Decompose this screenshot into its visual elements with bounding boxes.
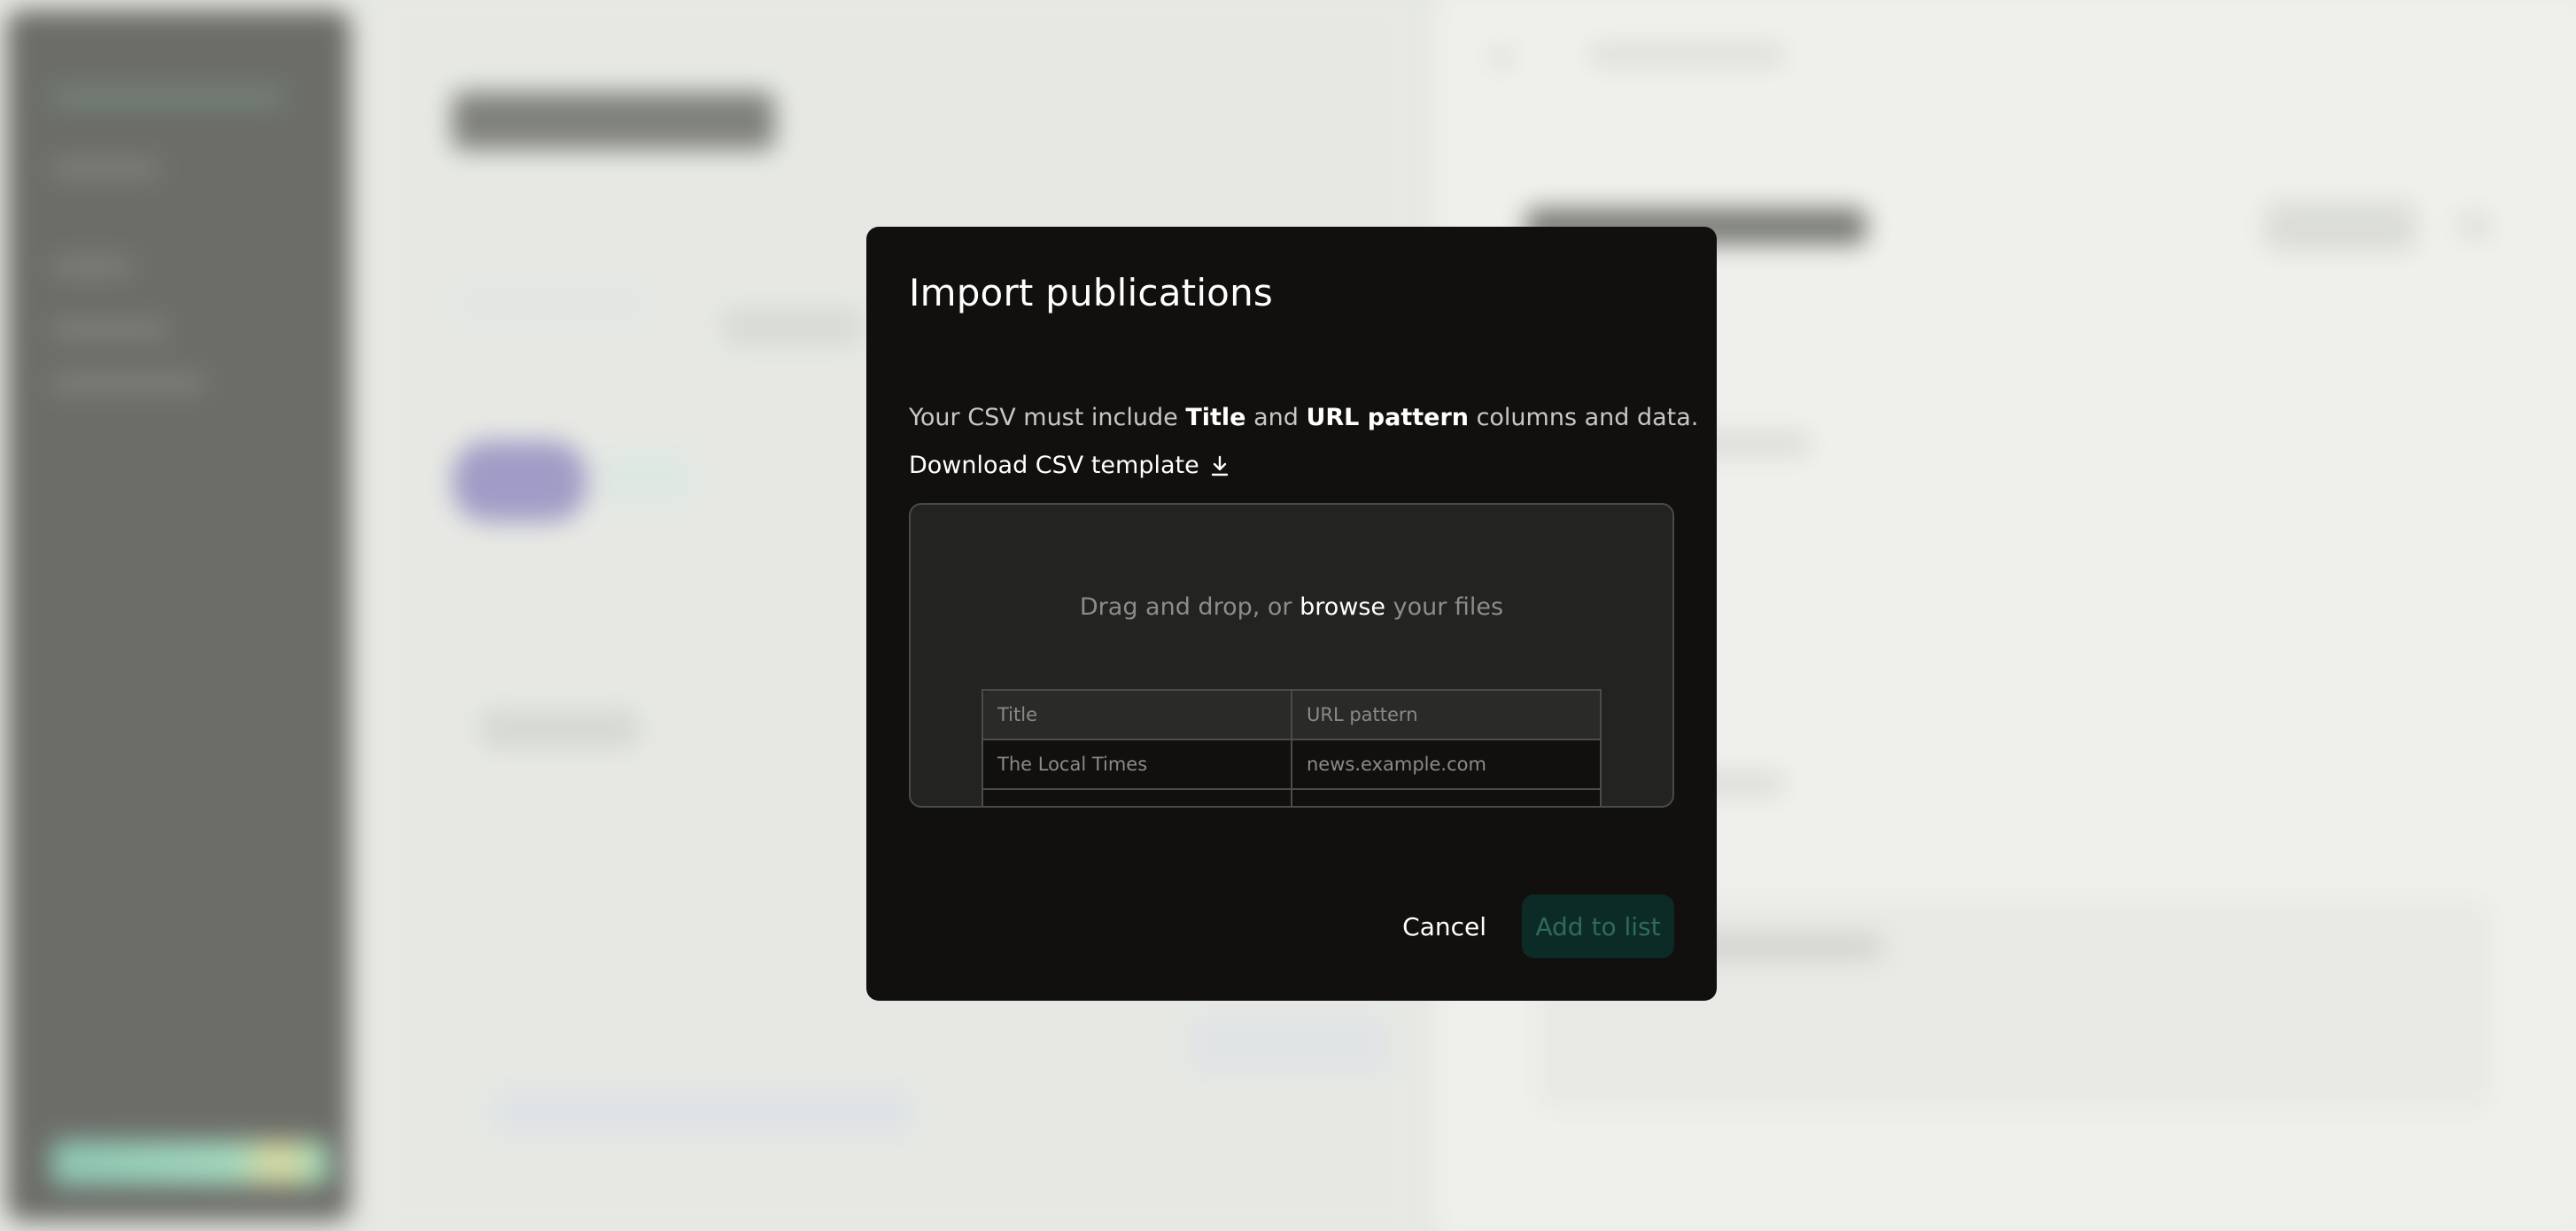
requirements-and: and [1245,404,1307,431]
requirements-prefix: Your CSV must include [909,404,1186,431]
requirements-suffix: columns and data. [1468,404,1699,431]
dropzone-prefix: Drag and drop, or [1079,593,1300,621]
cancel-button[interactable]: Cancel [1402,912,1486,941]
dropzone-instructions: Drag and drop, or browse your files [911,593,1672,621]
browse-files-link[interactable]: browse [1300,593,1385,621]
add-to-list-button[interactable]: Add to list [1522,894,1674,958]
download-csv-template-link[interactable]: Download CSV template [909,452,1230,479]
csv-example-table: Title URL pattern The Local Times news.e… [982,689,1602,806]
table-header-row: Title URL pattern [982,689,1602,740]
required-column-url-pattern: URL pattern [1306,404,1469,431]
dialog-title: Import publications [909,271,1273,314]
table-row [982,788,1602,806]
dialog-actions: Cancel Add to list [1402,894,1674,958]
dropzone-suffix: your files [1385,593,1504,621]
required-column-title: Title [1185,404,1246,431]
table-cell-empty [982,788,1292,806]
column-header-url-pattern: URL pattern [1291,689,1602,740]
table-cell-title: The Local Times [982,739,1292,790]
table-cell-url-pattern: news.example.com [1291,739,1602,790]
column-header-title: Title [982,689,1292,740]
download-icon [1210,454,1230,477]
download-csv-template-label: Download CSV template [909,452,1199,479]
csv-requirements-text: Your CSV must include Title and URL patt… [909,404,1698,431]
import-publications-dialog: Import publications Your CSV must includ… [866,227,1717,1001]
table-row: The Local Times news.example.com [982,739,1602,790]
file-dropzone[interactable]: Drag and drop, or browse your files Titl… [909,503,1674,808]
table-cell-empty [1291,788,1602,806]
